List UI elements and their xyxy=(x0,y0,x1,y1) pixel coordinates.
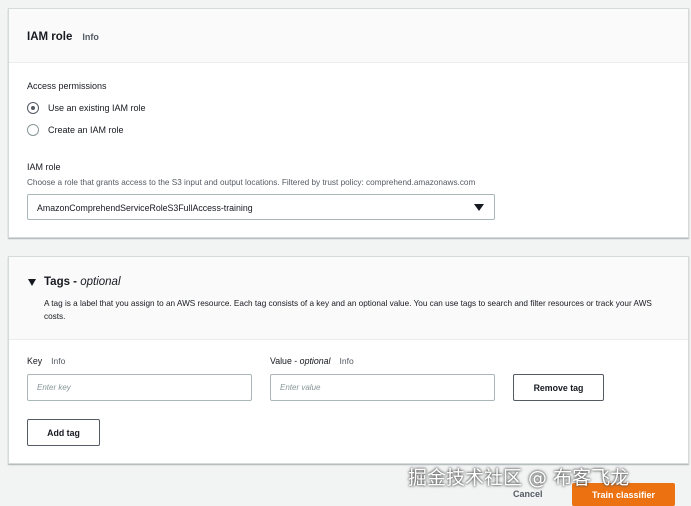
tags-description: A tag is a label that you assign to an A… xyxy=(44,299,652,321)
tags-header: Tags - optional A tag is a label that yo… xyxy=(9,257,688,340)
remove-tag-button[interactable]: Remove tag xyxy=(513,374,604,401)
radio-use-existing-role[interactable]: Use an existing IAM role xyxy=(27,102,146,114)
value-info-link[interactable]: Info xyxy=(340,356,354,366)
radio-label: Use an existing IAM role xyxy=(48,103,146,113)
radio-create-role[interactable]: Create an IAM role xyxy=(27,124,124,136)
access-permissions-label: Access permissions xyxy=(27,81,107,91)
radio-button-unchecked[interactable] xyxy=(27,124,39,136)
value-label-optional: optional xyxy=(299,356,331,366)
key-info-link[interactable]: Info xyxy=(51,356,65,366)
value-label: Value - optional Info xyxy=(270,356,354,366)
tag-key-input[interactable]: Enter key xyxy=(27,374,252,401)
cancel-button[interactable]: Cancel xyxy=(513,489,543,499)
add-tag-button[interactable]: Add tag xyxy=(27,419,100,446)
key-label: Key Info xyxy=(27,356,65,366)
caret-down-icon xyxy=(474,204,484,211)
iam-role-panel: IAM role Info Access permissions Use an … xyxy=(8,8,689,238)
iam-role-title: IAM role xyxy=(27,31,73,43)
iam-role-selected-value: AmazonComprehendServiceRoleS3FullAccess-… xyxy=(37,203,253,213)
tag-value-input[interactable]: Enter value xyxy=(270,374,495,401)
iam-role-select[interactable]: AmazonComprehendServiceRoleS3FullAccess-… xyxy=(27,194,495,220)
iam-role-header: IAM role Info xyxy=(9,9,688,63)
radio-button-checked[interactable] xyxy=(27,102,39,114)
tags-panel: Tags - optional A tag is a label that yo… xyxy=(8,256,689,464)
key-label-text: Key xyxy=(27,356,43,366)
watermark-text: 掘金技术社区 @ 布客飞龙 xyxy=(408,467,630,489)
expand-triangle-icon[interactable] xyxy=(28,279,36,286)
tags-title-optional: optional xyxy=(80,276,121,288)
value-label-text: Value - xyxy=(270,356,300,366)
iam-role-field-label: IAM role xyxy=(27,162,61,172)
iam-role-description: Choose a role that grants access to the … xyxy=(27,178,476,187)
tags-title-text: Tags - xyxy=(44,276,81,288)
radio-label: Create an IAM role xyxy=(48,125,124,135)
iam-role-info-link[interactable]: Info xyxy=(82,32,99,42)
tags-title[interactable]: Tags - optional xyxy=(44,276,121,288)
